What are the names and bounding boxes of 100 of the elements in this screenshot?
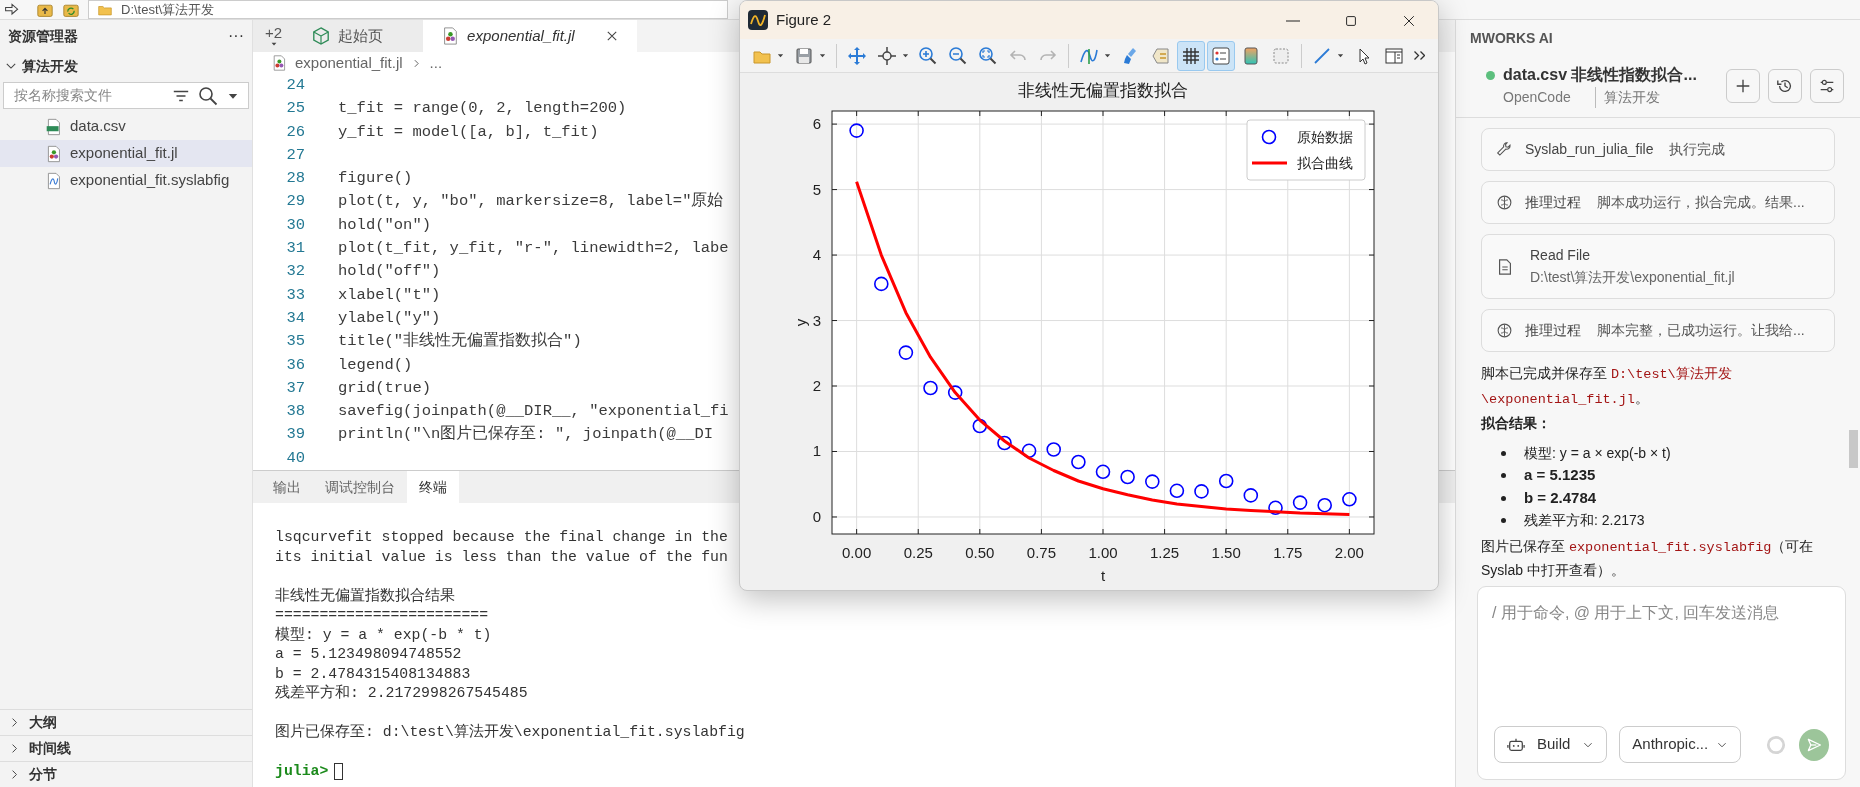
data-point <box>1243 488 1259 503</box>
step-title: Syslab_run_julia_file <box>1525 140 1654 159</box>
data-point <box>997 435 1012 451</box>
terminal-line: 模型: y = a * exp(-b * t) <box>275 625 492 645</box>
list-item: a = 5.1235 <box>1524 465 1596 486</box>
cube-icon <box>312 27 331 45</box>
axis-label: y <box>792 318 809 327</box>
terminal-line: b = 2.4784315408134883 <box>275 664 471 684</box>
list-item: b = 2.4784 <box>1524 487 1597 508</box>
history-button[interactable] <box>1768 68 1802 103</box>
breadcrumb-item[interactable]: ... <box>429 51 443 75</box>
more-button[interactable]: ··· <box>228 24 244 48</box>
message-text: 图片已保存至 exponential_fit.syslabfig（可在 Syslab 中打开查看）。 <box>1481 536 1815 581</box>
line-number: 26 <box>285 121 305 143</box>
line-number: 27 <box>285 144 305 166</box>
line-number: 37 <box>285 377 305 399</box>
code-line: plot(t, y, "bo", markersize=8, label="原始 <box>338 192 724 211</box>
project-label: 算法开发 <box>1594 87 1660 108</box>
section-header[interactable]: 大纲 <box>0 709 252 735</box>
settings-button[interactable] <box>1810 68 1844 103</box>
data-point <box>1145 474 1160 489</box>
message-input[interactable]: / 用于命令, @ 用于上下文, 回车发送消息 <box>1478 587 1845 707</box>
terminal-line: 图片已保存至: d:\test\算法开发\exponential_fit.syslabfig <box>275 723 745 742</box>
breadcrumb-item[interactable]: exponential_fit.jl <box>295 51 403 75</box>
zoom-fit-icon <box>978 45 999 66</box>
data-point <box>898 345 914 360</box>
composer-field[interactable]: / 用于命令, @ 用于上下文, 回车发送消息 Build Anthropic... <box>1477 586 1846 780</box>
grid-tool-button[interactable] <box>1177 40 1206 71</box>
folder-row[interactable]: 算法开发 <box>0 52 252 80</box>
tick-label: 1 <box>812 442 821 460</box>
mode-dropdown[interactable]: Build <box>1494 726 1608 763</box>
line-number: 31 <box>285 238 305 260</box>
axis-label: t <box>1100 567 1106 584</box>
legend-marker-icon <box>1261 129 1277 145</box>
file-item[interactable]: data.csv <box>0 113 252 140</box>
tick-label: 0.50 <box>965 544 995 561</box>
terminal-line: ======================== <box>275 606 489 625</box>
search-input[interactable]: 按名称搜索文件 <box>12 84 164 107</box>
bullet-icon <box>1501 450 1506 456</box>
path-field[interactable]: D:\test\算法开发 <box>88 0 728 19</box>
data-point <box>923 380 938 396</box>
grid-icon <box>1181 45 1202 66</box>
search-field[interactable]: 按名称搜索文件 <box>3 82 249 109</box>
file-path: D:\test\算法开发\exponential_fit.jl <box>1530 267 1735 287</box>
section-header[interactable]: 分节 <box>0 761 252 787</box>
tick-label: 3 <box>812 311 821 329</box>
spinner-icon <box>1765 733 1788 756</box>
data-point <box>1021 443 1037 459</box>
step-card[interactable]: Read File D:\test\算法开发\exponential_fit.jl <box>1481 234 1835 300</box>
new-chat-button[interactable] <box>1726 68 1760 103</box>
panel-tab[interactable]: 输出 <box>261 471 313 504</box>
line-number: 30 <box>285 214 305 236</box>
data-point <box>1268 500 1283 516</box>
line-number: 35 <box>285 331 305 353</box>
chart-title: 非线性无偏置指数拟合 <box>1018 81 1188 100</box>
code-line: figure() <box>338 169 413 188</box>
section-header[interactable]: 时间线 <box>0 735 252 761</box>
save-icon <box>793 45 814 66</box>
legend-label: 原始数据 <box>1297 129 1353 145</box>
scrollbar-thumb[interactable] <box>1849 430 1858 468</box>
list-tool-button[interactable] <box>1207 40 1236 71</box>
code-line: plot(t_fit, y_fit, "r-", linewidth=2, labe <box>338 239 729 258</box>
tick-label: 4 <box>812 246 821 264</box>
line-number: 24 <box>285 75 305 96</box>
data-point <box>1046 442 1061 457</box>
tick-label: 1.75 <box>1273 544 1303 561</box>
move-icon <box>846 45 867 66</box>
code-line: title("非线性无偏置指数拟合") <box>338 332 582 351</box>
step-card[interactable]: 推理过程 脚本完整，已成功运行。让我给... <box>1481 309 1835 353</box>
tick-label: 2.00 <box>1334 544 1364 561</box>
model-dropdown[interactable]: Anthropic... <box>1619 726 1742 763</box>
step-card[interactable]: 推理过程 脚本成功运行，拟合完成。结果... <box>1481 181 1835 224</box>
terminal-line: its initial value is less than the value of the fun <box>275 547 728 567</box>
more-tabs-button[interactable]: +2 <box>253 20 295 52</box>
panel-tab[interactable]: 终端 <box>407 471 459 504</box>
step-card[interactable]: Syslab_run_julia_file 执行完成 <box>1481 128 1835 171</box>
search-button[interactable] <box>198 85 218 106</box>
data-point <box>1292 495 1308 510</box>
editor-tab[interactable]: 起始页 <box>294 20 424 52</box>
code-line: hold("on") <box>338 215 431 234</box>
file-item[interactable]: exponential_fit.jl <box>0 140 252 167</box>
message-text: 脚本已完成并保存至 D:\test\算法开发\exponential_fit.jl。 <box>1481 364 1733 409</box>
editor-tab[interactable]: exponential_fit.jl <box>423 20 637 52</box>
code-line: savefig(joinpath(@__DIR__, "exponential_fi <box>338 402 729 421</box>
code-line: hold("off") <box>338 262 441 281</box>
step-title: Read File <box>1530 246 1591 265</box>
document-icon <box>1496 257 1514 276</box>
tick-label: 0.00 <box>842 544 872 561</box>
window-title: Figure 2 <box>776 9 833 30</box>
terminal-prompt: julia> <box>275 762 329 781</box>
file-item[interactable]: exponential_fit.syslabfig <box>0 167 252 194</box>
data-point <box>1194 484 1209 499</box>
line-number: 33 <box>285 284 305 306</box>
terminal-line: 非线性无偏置指数拟合结果 <box>275 586 455 606</box>
panel-title: 资源管理器 <box>8 26 78 46</box>
message-heading: 拟合结果： <box>1481 413 1552 433</box>
legend-line-icon <box>1252 161 1287 165</box>
line-number: 28 <box>285 168 305 190</box>
panel-tab[interactable]: 调试控制台 <box>313 471 407 504</box>
panel-icon <box>1384 45 1405 66</box>
